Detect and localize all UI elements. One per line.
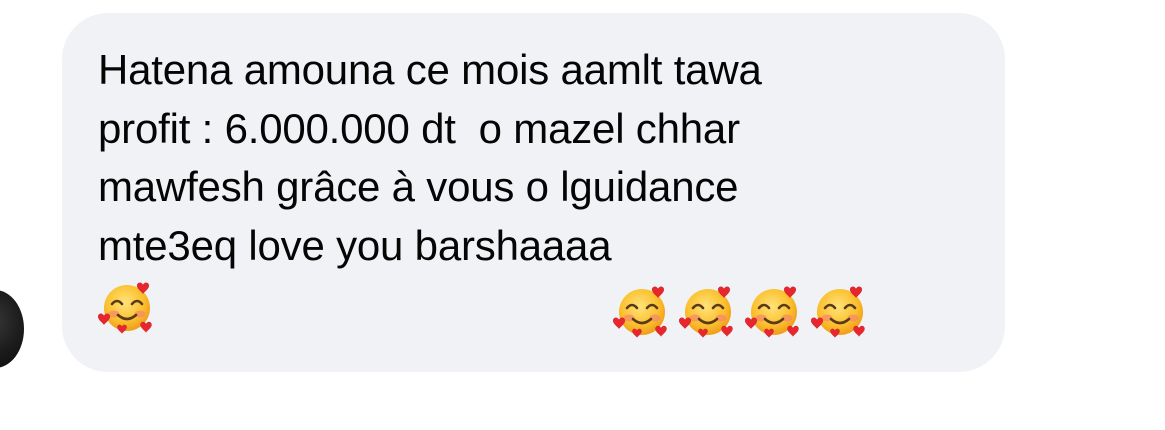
emoji-group-inline — [613, 225, 869, 338]
smiling-face-with-hearts-icon — [98, 279, 156, 335]
message-line-2: profit : 6.000.000 dt o mazel chhar — [98, 104, 740, 152]
smiling-face-with-hearts-icon — [679, 225, 737, 338]
message-line-1: Hatena amouna ce mois aamlt tawa — [98, 46, 762, 93]
smiling-face-with-hearts-icon — [745, 225, 803, 338]
smiling-face-with-hearts-icon — [613, 225, 671, 338]
message-bubble[interactable]: Hatena amouna ce mois aamlt tawa profit … — [62, 13, 1005, 372]
message-line-4: mte3eq love you barshaaaa — [98, 217, 975, 338]
smiling-face-with-hearts-icon — [811, 225, 869, 338]
sender-avatar[interactable] — [0, 290, 24, 368]
message-line-4-text: mte3eq love you barshaaaa — [98, 221, 612, 269]
message-line-3: mawfesh grâce à vous o lguidance — [98, 163, 739, 211]
